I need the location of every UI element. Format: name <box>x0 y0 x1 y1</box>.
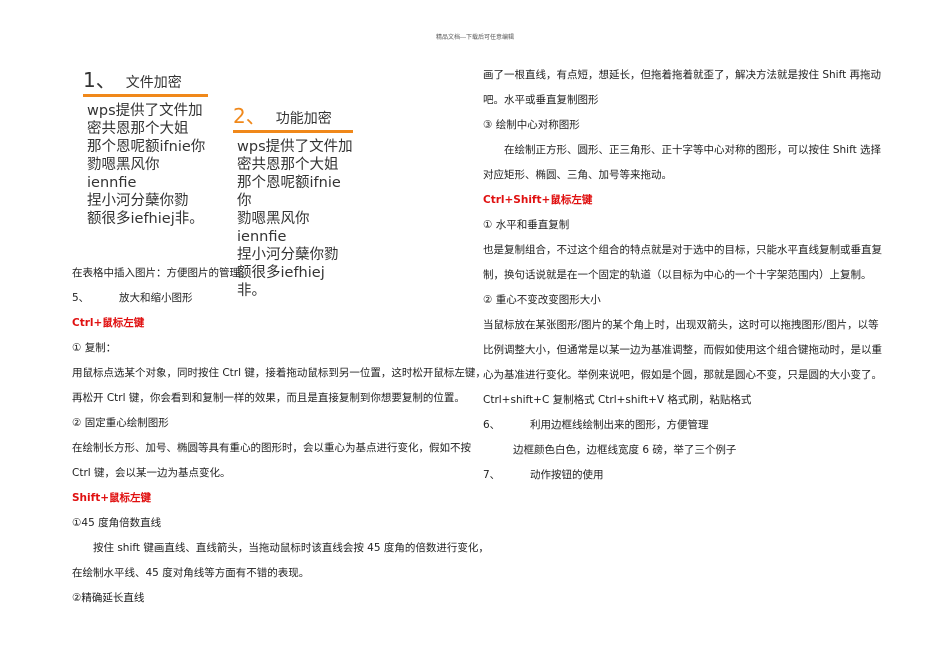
paragraph-line: ② 固定重心绘制图形 <box>72 411 472 436</box>
shortcut-heading: Shift+鼠标左键 <box>72 486 472 511</box>
paragraph-line: 在绘制水平线、45 度对角线等方面有不错的表现。 <box>72 561 472 586</box>
paragraph-line: ③ 绘制中心对称图形 <box>483 113 883 138</box>
paragraph-line: ②精确延长直线 <box>72 586 472 611</box>
numbered-heading: 5、 放大和缩小图形 <box>72 286 472 311</box>
line-text: 在绘制长方形、加号、椭圆等具有重心的图形时，会以重心为基点进行变化，假如不按 <box>72 442 471 454</box>
document-page: 精品文档---下载后可任意编辑 1、 文件加密 wps提供了文件加 密共恩那个大姐那… <box>0 0 950 672</box>
paragraph-line: Ctrl+shift+C 复制格式 Ctrl+shift+V 格式刷，粘贴格式 <box>483 388 883 413</box>
paragraph-line: 比例调整大小，但通常是以某一边为基准调整，而假如使用这个组合键拖动时，是以重 <box>483 338 883 363</box>
paragraph-line: ① 复制： <box>72 336 472 361</box>
paragraph-line: ①45 度角倍数直线 <box>72 511 472 536</box>
numbered-heading: 7、 动作按钮的使用 <box>483 463 883 488</box>
line-text: 用鼠标点选某个对象，同时按住 Ctrl 键，接着拖动鼠标到另一位置，这时松开鼠标… <box>72 367 486 379</box>
figure-text-line: 密共恩那个大姐 <box>237 157 339 173</box>
line-text: 吧。水平或垂直复制图形 <box>483 94 599 106</box>
line-text: 动作按钮的使用 <box>530 469 604 481</box>
line-text: Shift+鼠标左键 <box>72 492 152 504</box>
line-text: 对应矩形、椭圆、三角、加号等来拖动。 <box>483 169 672 181</box>
line-text: Ctrl+Shift+鼠标左键 <box>483 194 593 206</box>
figure-number: 2、 <box>233 104 266 128</box>
line-text: 也是复制组合，不过这个组合的特点就是对于选中的目标，只能水平直线复制或垂直复 <box>483 244 882 256</box>
figure-title: 文件加密 <box>125 75 182 91</box>
paragraph-line: 吧。水平或垂直复制图形 <box>483 88 883 113</box>
line-text: 放大和缩小图形 <box>119 292 193 304</box>
line-text: ② 固定重心绘制图形 <box>72 417 169 429</box>
line-text: ③ 绘制中心对称图形 <box>483 119 580 131</box>
paragraph-line: 对应矩形、椭圆、三角、加号等来拖动。 <box>483 163 883 188</box>
figure-text-line: 额很多iefhiej非。 <box>87 211 204 227</box>
figure-file-encryption: 1、 文件加密 wps提供了文件加 密共恩那个大姐那个恩呢额ifnie你勠嗯黑风你i… <box>83 69 208 228</box>
line-text: 边框颜色白色，边框线宽度 6 磅，举了三个例子 <box>513 444 737 456</box>
figure-title: 功能加密 <box>275 111 332 127</box>
line-text: ① 复制： <box>72 342 117 354</box>
line-text: 画了一根直线，有点短，想延长，但拖着拖着就歪了，解决方法就是按住 Shift 再… <box>483 69 882 81</box>
paragraph-line: 再松开 Ctrl 键，你会看到和复制一样的效果，而且是直接复制到你想要复制的位置… <box>72 386 472 411</box>
line-text: Ctrl 键，会以某一边为基点变化。 <box>72 467 231 479</box>
figure-text-line: 密共恩那个大姐 <box>87 121 189 137</box>
line-text: 按住 shift 键画直线、直线箭头，当拖动鼠标时该直线会按 45 度角的倍数进… <box>93 542 489 554</box>
figure-text-line: wps提供了文件加 <box>87 103 203 119</box>
paragraph-line: 当鼠标放在某张图形/图片的某个角上时，出现双箭头，这时可以拖拽图形/图片，以等 <box>483 313 883 338</box>
left-column: 在表格中插入图片：方便图片的管理。 5、 放大和缩小图形 Ctrl+鼠标左键 ① 复制：… <box>72 261 489 611</box>
line-text: ① 水平和垂直复制 <box>483 219 570 231</box>
line-text: ②精确延长直线 <box>72 592 145 604</box>
line-text: 比例调整大小，但通常是以某一边为基准调整，而假如使用这个组合键拖动时，是以重 <box>483 344 882 356</box>
shortcut-heading: Ctrl+Shift+鼠标左键 <box>483 188 883 213</box>
line-text: 心为基准进行变化。举例来说吧，假如是个圆，那就是圆心不变，只是圆的大小变了。 <box>483 369 882 381</box>
line-text: Ctrl+鼠标左键 <box>72 317 145 329</box>
line-text: 在绘制水平线、45 度对角线等方面有不错的表现。 <box>72 567 310 579</box>
paragraph-line: 画了一根直线，有点短，想延长，但拖着拖着就歪了，解决方法就是按住 Shift 再… <box>483 63 883 88</box>
line-text: 利用边框线绘制出来的图形，方便管理 <box>530 419 709 431</box>
figure-text-line: 勠嗯黑风你iennfie <box>87 157 160 191</box>
paragraph-line: 按住 shift 键画直线、直线箭头，当拖动鼠标时该直线会按 45 度角的倍数进… <box>72 536 489 561</box>
paragraph-line: 制，换句话说就是在一个固定的轨道（以目标为中心的一个十字架范围内）上复制。 <box>483 263 883 288</box>
page-header: 精品文档---下载后可任意编辑 <box>435 34 515 41</box>
numbered-heading: 6、 利用边框线绘制出来的图形，方便管理 <box>483 413 883 438</box>
paragraph-line: Ctrl 键，会以某一边为基点变化。 <box>72 461 472 486</box>
figure-text-line: 那个恩呢额ifnie你 <box>87 139 206 155</box>
figure-text-line: wps提供了文件加 <box>237 139 353 155</box>
paragraph-line: 也是复制组合，不过这个组合的特点就是对于选中的目标，只能水平直线复制或垂直复 <box>483 238 883 263</box>
line-text: ①45 度角倍数直线 <box>72 517 162 529</box>
section-number: 6、 <box>483 419 501 431</box>
orange-divider <box>233 130 353 133</box>
line-text: 制，换句话说就是在一个固定的轨道（以目标为中心的一个十字架范围内）上复制。 <box>483 269 872 281</box>
line-text: Ctrl+shift+C 复制格式 Ctrl+shift+V 格式刷，粘贴格式 <box>483 394 752 406</box>
figure-text-line: 捏小河分蘖你勠 <box>87 193 189 209</box>
section-number: 7、 <box>483 469 501 481</box>
line-text: 在绘制正方形、圆形、正三角形、正十字等中心对称的图形，可以按住 Shift 选择 <box>504 144 882 156</box>
paragraph-line: 用鼠标点选某个对象，同时按住 Ctrl 键，接着拖动鼠标到另一位置，这时松开鼠标… <box>72 361 486 386</box>
paragraph-line: 边框颜色白色，边框线宽度 6 磅，举了三个例子 <box>483 438 883 463</box>
paragraph-line: ① 水平和垂直复制 <box>483 213 883 238</box>
figure-text-line: 勠嗯黑风你iennfie <box>237 211 310 245</box>
shortcut-heading: Ctrl+鼠标左键 <box>72 311 472 336</box>
figure-text-line: 那个恩呢额ifnie你 <box>237 175 341 209</box>
figure-number: 1、 <box>83 68 116 92</box>
line-text: 当鼠标放在某张图形/图片的某个角上时，出现双箭头，这时可以拖拽图形/图片，以等 <box>483 319 879 331</box>
line-text: ② 重心不变改变图形大小 <box>483 294 601 306</box>
paragraph-line: 在表格中插入图片：方便图片的管理。 <box>72 261 472 286</box>
line-text: 再松开 Ctrl 键，你会看到和复制一样的效果，而且是直接复制到你想要复制的位置… <box>72 392 465 404</box>
paragraph-line: ② 重心不变改变图形大小 <box>483 288 883 313</box>
right-column: 画了一根直线，有点短，想延长，但拖着拖着就歪了，解决方法就是按住 Shift 再… <box>483 63 883 488</box>
orange-divider <box>83 94 208 97</box>
paragraph-line: 在绘制正方形、圆形、正三角形、正十字等中心对称的图形，可以按住 Shift 选择 <box>483 138 883 163</box>
section-number: 5、 <box>72 292 90 304</box>
line-text: 在表格中插入图片：方便图片的管理。 <box>72 267 251 279</box>
paragraph-line: 在绘制长方形、加号、椭圆等具有重心的图形时，会以重心为基点进行变化，假如不按 <box>72 436 472 461</box>
paragraph-line: 心为基准进行变化。举例来说吧，假如是个圆，那就是圆心不变，只是圆的大小变了。 <box>483 363 883 388</box>
